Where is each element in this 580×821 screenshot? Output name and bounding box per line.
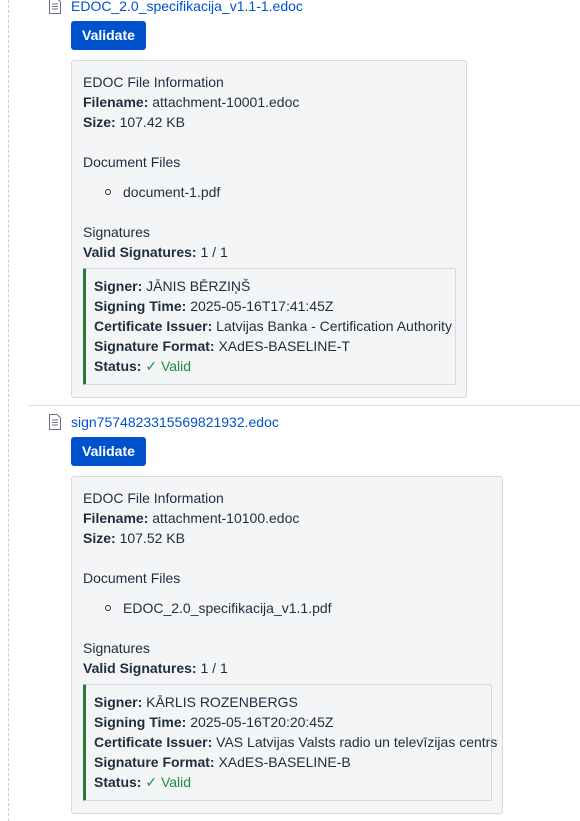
size-value: 107.42 KB bbox=[119, 114, 185, 130]
document-files-title: Document Files bbox=[83, 570, 181, 586]
document-files-list: document-1.pdf bbox=[83, 182, 455, 202]
certificate-issuer-label: Certificate Issuer: bbox=[94, 734, 213, 750]
document-files-list: EDOC_2.0_specifikacija_v1.1.pdf bbox=[83, 598, 491, 618]
signature-format-value: XAdES-BASELINE-T bbox=[218, 338, 350, 354]
signer-value: KĀRLIS ROZENBERGS bbox=[146, 694, 298, 710]
status-label: Status: bbox=[94, 358, 142, 374]
document-files-title: Document Files bbox=[83, 154, 181, 170]
attachment-file-row: EDOC_2.0_specifikacija_v1.1-1.edoc bbox=[48, 0, 348, 16]
filename-label: Filename: bbox=[83, 510, 149, 526]
document-file-item: EDOC_2.0_specifikacija_v1.1.pdf bbox=[105, 598, 491, 618]
certificate-issuer-row: Certificate Issuer: VAS Latvijas Valsts … bbox=[94, 732, 497, 752]
attachment-separator bbox=[28, 405, 580, 406]
validate-edoc-button[interactable]: Validate EDOC bbox=[71, 21, 146, 72]
document-icon bbox=[49, 0, 61, 14]
attachment-file-link[interactable]: sign7574823315569821932.edoc bbox=[71, 414, 279, 430]
validate-edoc-button[interactable]: Validate EDOC bbox=[71, 437, 146, 488]
signing-time-label: Signing Time: bbox=[94, 714, 187, 730]
signing-time-row: Signing Time: 2025-05-16T17:41:45Z bbox=[94, 296, 448, 316]
document-icon bbox=[49, 414, 61, 430]
thread-connector-line bbox=[8, 0, 9, 821]
filename-value: attachment-10100.edoc bbox=[152, 510, 300, 526]
signature-card: Signer: KĀRLIS ROZENBERGS Signing Time: … bbox=[83, 684, 497, 801]
signing-time-value: 2025-05-16T20:20:45Z bbox=[190, 714, 334, 730]
status-row: Status: ✓ Valid bbox=[94, 772, 484, 792]
certificate-issuer-label: Certificate Issuer: bbox=[94, 318, 213, 334]
signer-row: Signer: KĀRLIS ROZENBERGS bbox=[94, 692, 484, 712]
signature-format-row: Signature Format: XAdES-BASELINE-T bbox=[94, 336, 448, 356]
filename-row: Filename: attachment-10100.edoc bbox=[83, 508, 491, 528]
attachment-file-row: sign7574823315569821932.edoc bbox=[48, 412, 348, 432]
filename-value: attachment-10001.edoc bbox=[152, 94, 300, 110]
signer-label: Signer: bbox=[94, 694, 143, 710]
status-valid-badge: ✓ Valid bbox=[145, 774, 192, 790]
status-row: Status: ✓ Valid bbox=[94, 356, 448, 376]
valid-signatures-label: Valid Signatures: bbox=[83, 244, 197, 260]
signature-card: Signer: JĀNIS BĒRZIŅŠ Signing Time: 2025… bbox=[83, 268, 456, 385]
status-label: Status: bbox=[94, 774, 142, 790]
signature-format-label: Signature Format: bbox=[94, 754, 215, 770]
signing-time-value: 2025-05-16T17:41:45Z bbox=[190, 298, 334, 314]
valid-signatures-label: Valid Signatures: bbox=[83, 660, 197, 676]
size-row: Size: 107.42 KB bbox=[83, 112, 455, 132]
attachment-file-link[interactable]: EDOC_2.0_specifikacija_v1.1-1.edoc bbox=[71, 0, 303, 14]
signing-time-label: Signing Time: bbox=[94, 298, 187, 314]
size-label: Size: bbox=[83, 114, 116, 130]
signature-format-label: Signature Format: bbox=[94, 338, 215, 354]
valid-signatures-value: 1 / 1 bbox=[200, 244, 228, 260]
signer-value: JĀNIS BĒRZIŅŠ bbox=[146, 278, 251, 294]
signatures-title: Signatures bbox=[83, 224, 150, 240]
filename-row: Filename: attachment-10001.edoc bbox=[83, 92, 455, 112]
status-valid-badge: ✓ Valid bbox=[145, 358, 192, 374]
edoc-info-panel: EDOC File Information Filename: attachme… bbox=[71, 60, 467, 398]
certificate-issuer-value: Latvijas Banka - Certification Authority bbox=[216, 318, 452, 334]
size-value: 107.52 KB bbox=[119, 530, 185, 546]
size-label: Size: bbox=[83, 530, 116, 546]
valid-signatures-row: Valid Signatures: 1 / 1 bbox=[83, 658, 491, 678]
signer-row: Signer: JĀNIS BĒRZIŅŠ bbox=[94, 276, 448, 296]
valid-signatures-value: 1 / 1 bbox=[200, 660, 228, 676]
signing-time-row: Signing Time: 2025-05-16T20:20:45Z bbox=[94, 712, 484, 732]
certificate-issuer-value: VAS Latvijas Valsts radio un televīzijas… bbox=[216, 734, 498, 750]
certificate-issuer-row: Certificate Issuer: Latvijas Banka - Cer… bbox=[94, 316, 452, 336]
signature-format-value: XAdES-BASELINE-B bbox=[218, 754, 351, 770]
valid-signatures-row: Valid Signatures: 1 / 1 bbox=[83, 242, 455, 262]
edoc-info-panel: EDOC File Information Filename: attachme… bbox=[71, 476, 503, 814]
signatures-title: Signatures bbox=[83, 640, 150, 656]
edoc-info-title: EDOC File Information bbox=[83, 490, 224, 506]
document-file-item: document-1.pdf bbox=[105, 182, 455, 202]
signer-label: Signer: bbox=[94, 278, 143, 294]
size-row: Size: 107.52 KB bbox=[83, 528, 491, 548]
signature-format-row: Signature Format: XAdES-BASELINE-B bbox=[94, 752, 484, 772]
filename-label: Filename: bbox=[83, 94, 149, 110]
edoc-info-title: EDOC File Information bbox=[83, 74, 224, 90]
